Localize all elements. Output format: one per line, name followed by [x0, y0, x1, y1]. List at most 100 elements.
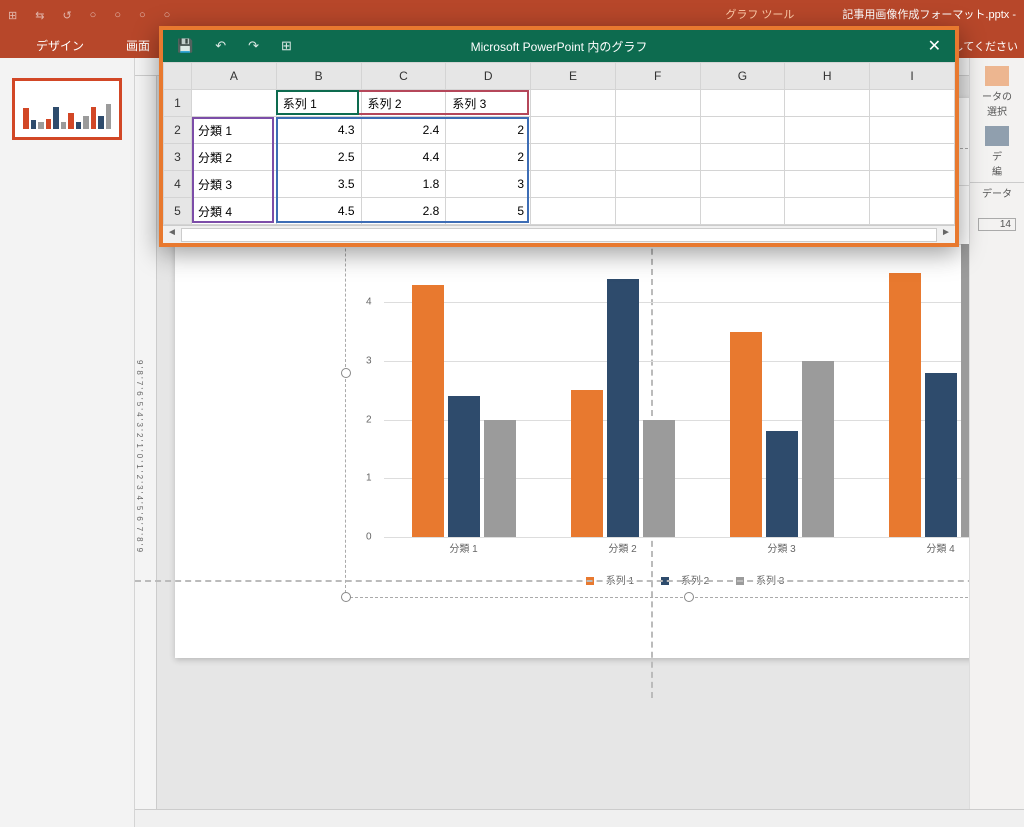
edit-data-icon[interactable]: [985, 126, 1009, 146]
cell[interactable]: 系列 2: [361, 90, 446, 117]
resize-handle[interactable]: [684, 592, 694, 602]
redo-icon[interactable]: ↷: [248, 38, 259, 54]
cell[interactable]: 分類 4: [192, 198, 277, 225]
cell[interactable]: 2.8: [361, 198, 446, 225]
cell[interactable]: [785, 117, 870, 144]
bar[interactable]: [448, 396, 480, 537]
cell[interactable]: [785, 198, 870, 225]
cell[interactable]: [785, 90, 870, 117]
resize-handle[interactable]: [341, 592, 351, 602]
excel-icon[interactable]: ⊞: [281, 38, 292, 54]
close-button[interactable]: ✕: [914, 36, 955, 56]
cell[interactable]: [870, 90, 955, 117]
cell[interactable]: 2.5: [276, 144, 361, 171]
qat-icon[interactable]: ○: [90, 9, 97, 21]
cell[interactable]: [870, 144, 955, 171]
bar[interactable]: [766, 431, 798, 537]
cell[interactable]: 1.8: [361, 171, 446, 198]
column-header[interactable]: E: [531, 63, 616, 90]
cell[interactable]: [531, 90, 616, 117]
bar[interactable]: [571, 390, 603, 537]
cell[interactable]: 2: [446, 117, 531, 144]
contextual-tab-label: グラフ ツール: [717, 6, 802, 22]
bar[interactable]: [412, 285, 444, 537]
size-box[interactable]: 14: [978, 218, 1016, 231]
cell[interactable]: [700, 144, 785, 171]
undo-icon[interactable]: ↶: [215, 38, 226, 54]
data-grid[interactable]: ABCDEFGHI1系列 1系列 2系列 32分類 14.32.423分類 22…: [163, 62, 955, 225]
cell[interactable]: 系列 1: [276, 90, 361, 117]
bar[interactable]: [607, 279, 639, 537]
cell[interactable]: [785, 144, 870, 171]
scroll-right-icon[interactable]: ►: [937, 227, 955, 243]
bar[interactable]: [730, 332, 762, 537]
bar[interactable]: [643, 420, 675, 537]
cell[interactable]: 3: [446, 171, 531, 198]
qat-icon[interactable]: ↺: [62, 9, 71, 22]
cell[interactable]: [531, 171, 616, 198]
column-header[interactable]: C: [361, 63, 446, 90]
ribbon-tab-view[interactable]: 画面: [120, 33, 156, 58]
bar[interactable]: [889, 273, 921, 537]
cell[interactable]: 分類 2: [192, 144, 277, 171]
row-header[interactable]: 1: [164, 90, 192, 117]
cell[interactable]: 5: [446, 198, 531, 225]
column-header[interactable]: G: [700, 63, 785, 90]
resize-handle[interactable]: [341, 368, 351, 378]
cell[interactable]: [700, 198, 785, 225]
ribbon-tab-design[interactable]: デザイン: [30, 33, 90, 58]
bar[interactable]: [802, 361, 834, 537]
cell[interactable]: 2: [446, 144, 531, 171]
cell[interactable]: [870, 171, 955, 198]
cell[interactable]: [700, 90, 785, 117]
cell[interactable]: 分類 3: [192, 171, 277, 198]
qat-icon[interactable]: ⊞: [8, 9, 17, 22]
row-header[interactable]: 3: [164, 144, 192, 171]
row-header[interactable]: 5: [164, 198, 192, 225]
cell[interactable]: 4.5: [276, 198, 361, 225]
cell[interactable]: 分類 1: [192, 117, 277, 144]
cell[interactable]: [192, 90, 277, 117]
column-header[interactable]: F: [615, 63, 700, 90]
qat-icon[interactable]: ○: [114, 9, 121, 21]
cell[interactable]: 3.5: [276, 171, 361, 198]
column-header[interactable]: H: [785, 63, 870, 90]
save-icon[interactable]: 💾: [177, 38, 193, 54]
cell[interactable]: 系列 3: [446, 90, 531, 117]
cell[interactable]: 4.3: [276, 117, 361, 144]
scroll-left-icon[interactable]: ◄: [163, 227, 181, 243]
cell[interactable]: [700, 171, 785, 198]
qat-icon[interactable]: ○: [164, 9, 171, 21]
cell[interactable]: [785, 171, 870, 198]
cell[interactable]: [700, 117, 785, 144]
row-header[interactable]: 2: [164, 117, 192, 144]
cell[interactable]: [531, 117, 616, 144]
select-data-icon[interactable]: [985, 66, 1009, 86]
cell[interactable]: [870, 117, 955, 144]
slide-thumbnail[interactable]: [12, 78, 122, 140]
qat-icon[interactable]: ⇆: [35, 9, 44, 22]
cell[interactable]: [531, 144, 616, 171]
cell[interactable]: [615, 117, 700, 144]
cell[interactable]: [615, 198, 700, 225]
x-axis-tick: 分類 1: [384, 540, 543, 555]
chart-data-editor-titlebar[interactable]: 💾 ↶ ↷ ⊞ Microsoft PowerPoint 内のグラフ ✕: [163, 30, 955, 62]
horizontal-scrollbar[interactable]: [135, 809, 1024, 827]
column-header[interactable]: I: [870, 63, 955, 90]
cell[interactable]: [531, 198, 616, 225]
bar[interactable]: [925, 373, 957, 537]
column-header[interactable]: B: [276, 63, 361, 90]
cell[interactable]: [870, 198, 955, 225]
cell[interactable]: 4.4: [361, 144, 446, 171]
cell[interactable]: [615, 144, 700, 171]
bar[interactable]: [484, 420, 516, 537]
label: 選択: [970, 103, 1024, 118]
cell[interactable]: 2.4: [361, 117, 446, 144]
column-header[interactable]: A: [192, 63, 277, 90]
horizontal-scrollbar[interactable]: ◄ ►: [163, 225, 955, 243]
cell[interactable]: [615, 171, 700, 198]
row-header[interactable]: 4: [164, 171, 192, 198]
qat-icon[interactable]: ○: [139, 9, 146, 21]
cell[interactable]: [615, 90, 700, 117]
column-header[interactable]: D: [446, 63, 531, 90]
